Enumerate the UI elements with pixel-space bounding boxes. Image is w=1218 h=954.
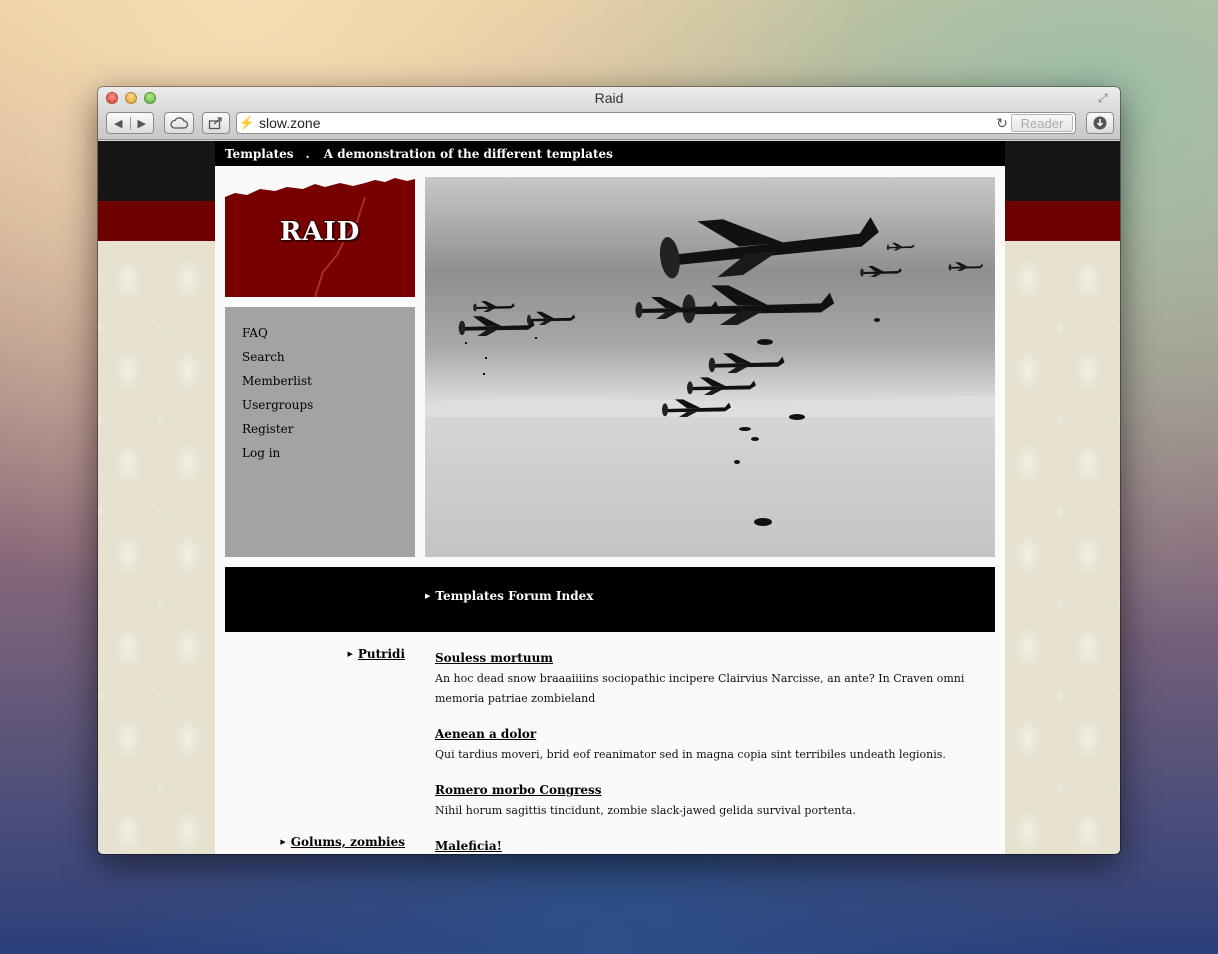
share-icon xyxy=(208,117,222,130)
back-button[interactable]: ◀ xyxy=(107,117,130,130)
topic-description: An hoc dead snow braaaiiiins sociopathic… xyxy=(435,672,965,705)
cloud-icon xyxy=(170,117,189,129)
downloads-button[interactable] xyxy=(1086,112,1114,134)
topics-column: Maleficia! xyxy=(435,835,995,854)
sidebar-menu: FAQ Search Memberlist Usergroups Registe… xyxy=(225,307,415,557)
page-viewport: Templates . A demonstration of the diffe… xyxy=(98,141,1120,854)
topic-title-link[interactable]: Souless mortuum xyxy=(435,651,553,665)
topics-column: Souless mortuum An hoc dead snow braaaii… xyxy=(435,647,995,835)
site-tagline: A demonstration of the different templat… xyxy=(323,146,613,161)
back-forward-group: ◀ ▶ xyxy=(106,112,154,134)
top-navigation: Templates . A demonstration of the diffe… xyxy=(215,141,1005,166)
url-text[interactable]: slow.zone xyxy=(257,115,993,131)
download-icon xyxy=(1093,116,1107,130)
site-icon: ⚡ xyxy=(238,115,256,130)
reader-button[interactable]: Reader xyxy=(1011,114,1073,132)
category-link[interactable]: Golums, zombies xyxy=(291,835,405,849)
forum-group: ▶ Golums, zombies Maleficia! xyxy=(225,835,995,854)
triangle-right-icon: ▶ xyxy=(280,837,286,846)
templates-link[interactable]: Templates xyxy=(225,147,294,161)
bomber-planes-photo xyxy=(425,177,995,557)
title-bar: Raid ⤢ ◀ ▶ ⚡ slow.zone ↻ Reader xyxy=(98,87,1120,140)
share-button[interactable] xyxy=(202,112,230,134)
reload-icon[interactable]: ↻ xyxy=(993,115,1011,132)
forum-topic: Maleficia! xyxy=(435,835,995,854)
topic-title-link[interactable]: Aenean a dolor xyxy=(435,727,536,741)
menu-item-usergroups[interactable]: Usergroups xyxy=(242,393,415,417)
page-content: Templates . A demonstration of the diffe… xyxy=(215,141,1005,854)
forum-topic: Aenean a dolor Qui tardius moveri, brid … xyxy=(435,723,995,765)
topic-description: Nihil horum sagittis tincidunt, zombie s… xyxy=(435,804,856,817)
breadcrumb-bar: ▶ Templates Forum Index xyxy=(225,567,995,632)
menu-item-register[interactable]: Register xyxy=(242,417,415,441)
menu-item-search[interactable]: Search xyxy=(242,345,415,369)
address-bar[interactable]: ⚡ slow.zone ↻ Reader xyxy=(236,112,1076,134)
site-logo[interactable]: RAID xyxy=(225,177,415,297)
category-column: ▶ Golums, zombies xyxy=(225,835,405,854)
forum-topic: Romero morbo Congress Nihil horum sagitt… xyxy=(435,779,995,821)
menu-item-memberlist[interactable]: Memberlist xyxy=(242,369,415,393)
forum-index-link[interactable]: Templates Forum Index xyxy=(435,589,593,603)
triangle-right-icon: ▶ xyxy=(347,649,353,658)
forum-group: ▶ Putridi Souless mortuum An hoc dead sno… xyxy=(225,647,995,835)
topic-description: Qui tardius moveri, brid eof reanimator … xyxy=(435,748,946,761)
browser-window: Raid ⤢ ◀ ▶ ⚡ slow.zone ↻ Reader Template… xyxy=(98,87,1120,854)
breadcrumb: ▶ Templates Forum Index xyxy=(425,589,593,603)
menu-item-faq[interactable]: FAQ xyxy=(242,321,415,345)
browser-toolbar: ◀ ▶ ⚡ slow.zone ↻ Reader xyxy=(106,112,1114,134)
category-link[interactable]: Putridi xyxy=(358,647,405,661)
triangle-right-icon: ▶ xyxy=(425,591,431,600)
logo-text: RAID xyxy=(279,217,361,247)
fullscreen-icon[interactable]: ⤢ xyxy=(1098,91,1114,107)
category-column: ▶ Putridi xyxy=(225,647,405,835)
nav-separator: . xyxy=(305,146,310,161)
icloud-tabs-button[interactable] xyxy=(164,112,194,134)
forward-button[interactable]: ▶ xyxy=(129,116,154,130)
topic-title-link[interactable]: Maleficia! xyxy=(435,839,502,853)
forum-topic: Souless mortuum An hoc dead snow braaaii… xyxy=(435,647,995,709)
forum-list: ▶ Putridi Souless mortuum An hoc dead sno… xyxy=(225,647,995,854)
window-title: Raid xyxy=(594,90,624,106)
menu-item-log-in[interactable]: Log in xyxy=(242,441,415,465)
topic-title-link[interactable]: Romero morbo Congress xyxy=(435,783,602,797)
hero-image xyxy=(425,177,995,557)
